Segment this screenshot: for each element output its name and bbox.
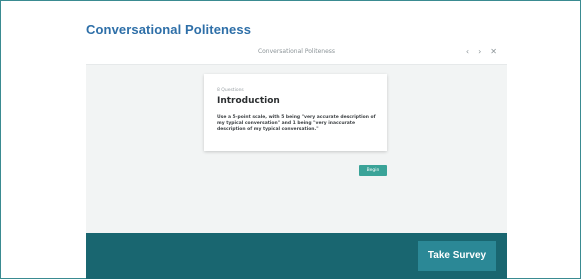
chevron-left-icon[interactable]: ‹ — [466, 47, 469, 57]
outer-frame: Conversational Politeness Conversational… — [0, 0, 581, 279]
intro-card: 8 Questions Introduction Use a 5-point s… — [204, 74, 387, 151]
take-survey-button[interactable]: Take Survey — [418, 241, 496, 271]
window-title: Conversational Politeness — [257, 48, 336, 55]
chevron-right-icon[interactable]: › — [478, 47, 481, 57]
survey-window: Conversational Politeness ‹ › ✕ 8 Questi… — [86, 42, 507, 279]
close-icon[interactable]: ✕ — [490, 47, 497, 57]
question-count: 8 Questions — [217, 88, 244, 93]
window-titlebar: Conversational Politeness ‹ › ✕ — [86, 42, 507, 65]
page-title: Conversational Politeness — [86, 22, 252, 37]
card-description: Use a 5-point scale, with 5 being "very … — [217, 115, 376, 132]
footer-bar: Take Survey — [86, 233, 507, 279]
begin-button[interactable]: Begin — [359, 165, 387, 176]
card-heading: Introduction — [217, 96, 280, 106]
window-controls: ‹ › ✕ — [466, 47, 497, 57]
